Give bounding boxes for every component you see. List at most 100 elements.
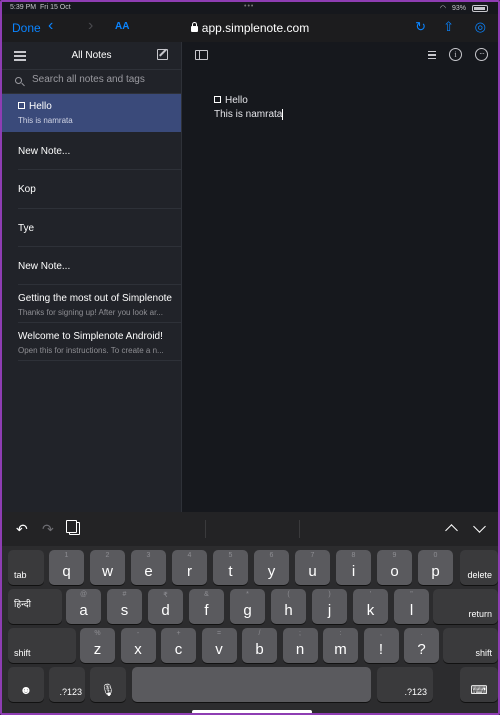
emoji-key[interactable]: ☻	[8, 667, 44, 702]
language-key[interactable]: हिन्दी	[8, 589, 62, 624]
note-title: Kop	[18, 184, 36, 195]
key-row1-3[interactable]: 4r	[172, 550, 207, 585]
note-title: New Note...	[18, 146, 71, 157]
redo-icon[interactable]: ↷	[42, 521, 54, 538]
lock-icon	[190, 22, 198, 32]
sidebar-toggle-icon[interactable]	[195, 50, 208, 60]
key-row1-8[interactable]: 9o	[377, 550, 412, 585]
simplenote-app: All Notes Hello This is namrata New Note…	[2, 42, 498, 512]
compass-icon[interactable]: ◎	[475, 19, 486, 35]
note-list-item[interactable]: New Note...	[18, 247, 181, 285]
note-title: Getting the most out of Simplenote	[18, 293, 172, 304]
key-row2-7[interactable]: ' k	[353, 589, 388, 624]
key-row1-6[interactable]: 7u	[295, 550, 330, 585]
chevron-up-icon[interactable]	[445, 524, 458, 537]
note-list-item[interactable]: Tye	[18, 209, 181, 247]
home-indicator[interactable]	[192, 710, 312, 713]
key-row2-1[interactable]: # s	[107, 589, 142, 624]
numbers-key-right[interactable]: .?123	[377, 667, 433, 702]
key-row2-3[interactable]: & f	[189, 589, 224, 624]
checkbox-icon	[18, 102, 25, 109]
key-row3-8[interactable]: .?	[404, 628, 439, 663]
new-note-icon[interactable]	[157, 49, 168, 60]
more-icon[interactable]: ···	[475, 48, 488, 61]
key-row1-5[interactable]: 6y	[254, 550, 289, 585]
key-row3-6[interactable]: :m	[323, 628, 358, 663]
key-row2-2[interactable]: ₹ d	[148, 589, 183, 624]
note-title: Hello	[18, 101, 181, 112]
shift-key-right[interactable]: shift	[443, 628, 498, 663]
tab-key[interactable]: tab	[8, 550, 44, 585]
key-row2-0[interactable]: @ a	[66, 589, 101, 624]
note-title: Tye	[18, 223, 35, 234]
divider	[205, 520, 206, 538]
key-row3-7[interactable]: ,!	[363, 628, 399, 663]
battery-percent: 93%	[451, 4, 466, 12]
note-preview: This is namrata	[18, 116, 73, 125]
on-screen-keyboard: ↶ ↷ tab 1q2w3e4r5t6y7u8i9o0p delete हिन्…	[2, 512, 498, 713]
wifi-icon: ◠	[439, 5, 446, 12]
delete-key[interactable]: delete	[460, 550, 498, 585]
note-editor[interactable]: i ··· Hello This is namrata	[183, 42, 498, 512]
note-list-item[interactable]: Kop	[18, 170, 181, 209]
editor-line-2: This is namrata	[214, 108, 284, 120]
key-row1-7[interactable]: 8i	[336, 550, 371, 585]
key-row2-5[interactable]: (h	[271, 589, 306, 624]
reload-icon[interactable]: ↻	[415, 19, 426, 35]
key-row3-3[interactable]: = v	[201, 628, 237, 663]
key-row1-2[interactable]: 3e	[131, 550, 166, 585]
key-row2-4[interactable]: * g	[230, 589, 265, 624]
space-bar[interactable]	[132, 667, 371, 702]
battery-icon	[472, 4, 488, 12]
multitasking-dots[interactable]: •••	[244, 3, 254, 10]
share-icon[interactable]: ⇧	[443, 19, 454, 35]
note-list-item[interactable]: Getting the most out of Simplenote Thank…	[18, 285, 181, 323]
note-content[interactable]: Hello This is namrata	[214, 94, 284, 122]
key-row1-4[interactable]: 5t	[213, 550, 248, 585]
info-icon[interactable]: i	[449, 48, 462, 61]
key-row3-5[interactable]: ; n	[282, 628, 318, 663]
chevron-down-icon[interactable]	[473, 520, 486, 533]
key-row1-1[interactable]: 2w	[90, 550, 125, 585]
dictation-key[interactable]: 🎙	[90, 667, 126, 702]
text-cursor	[282, 108, 284, 120]
url-text: app.simplenote.com	[201, 21, 310, 35]
checkbox-icon[interactable]	[214, 96, 221, 103]
search-input[interactable]	[32, 74, 172, 85]
note-list-item-selected[interactable]: Hello This is namrata	[2, 94, 181, 132]
keyboard-icon: ⌨	[470, 683, 488, 697]
status-right: ◠ 93%	[440, 4, 488, 12]
editor-toolbar: i ···	[183, 42, 498, 70]
checklist-icon[interactable]	[424, 49, 436, 61]
status-bar: 5:39 PM Fri 15 Oct ••• ◠ 93%	[2, 2, 498, 14]
key-row2-8[interactable]: " l	[394, 589, 429, 624]
notes-sidebar: All Notes Hello This is namrata New Note…	[2, 42, 182, 512]
note-preview: Open this for instructions. To create a …	[18, 346, 164, 355]
note-title: New Note...	[18, 261, 71, 272]
key-row1-0[interactable]: 1q	[49, 550, 84, 585]
numbers-key-left[interactable]: .?123	[49, 667, 85, 702]
divider	[299, 520, 300, 538]
status-time: 5:39 PM Fri 15 Oct	[10, 4, 71, 11]
hide-keyboard-key[interactable]: ⌨	[460, 667, 498, 702]
shift-key-left[interactable]: shift	[8, 628, 76, 663]
paste-icon[interactable]	[66, 520, 80, 535]
keyboard-shortcut-bar: ↶ ↷	[2, 512, 498, 546]
sidebar-title: All Notes	[71, 50, 112, 61]
emoji-icon: ☻	[19, 683, 33, 697]
key-row3-1[interactable]: -x	[120, 628, 156, 663]
note-title: Welcome to Simplenote Android!	[18, 331, 163, 342]
browser-toolbar: Done ‹ › AA app.simplenote.com ↻ ⇧ ◎	[2, 14, 498, 42]
key-row3-2[interactable]: + c	[161, 628, 196, 663]
key-row1-9[interactable]: 0p	[418, 550, 453, 585]
editor-line-1: Hello	[214, 94, 283, 108]
undo-icon[interactable]: ↶	[16, 521, 28, 538]
microphone-icon: 🎙	[100, 683, 116, 697]
note-list-item[interactable]: Welcome to Simplenote Android! Open this…	[18, 323, 181, 361]
key-row3-0[interactable]: % z	[80, 628, 115, 663]
key-row2-6[interactable]: ) j	[312, 589, 347, 624]
ipad-screen: 5:39 PM Fri 15 Oct ••• ◠ 93% Done ‹ › AA…	[0, 0, 500, 715]
key-row3-4[interactable]: / b	[242, 628, 277, 663]
note-list-item[interactable]: New Note...	[18, 132, 181, 170]
return-key[interactable]: return	[433, 589, 498, 624]
